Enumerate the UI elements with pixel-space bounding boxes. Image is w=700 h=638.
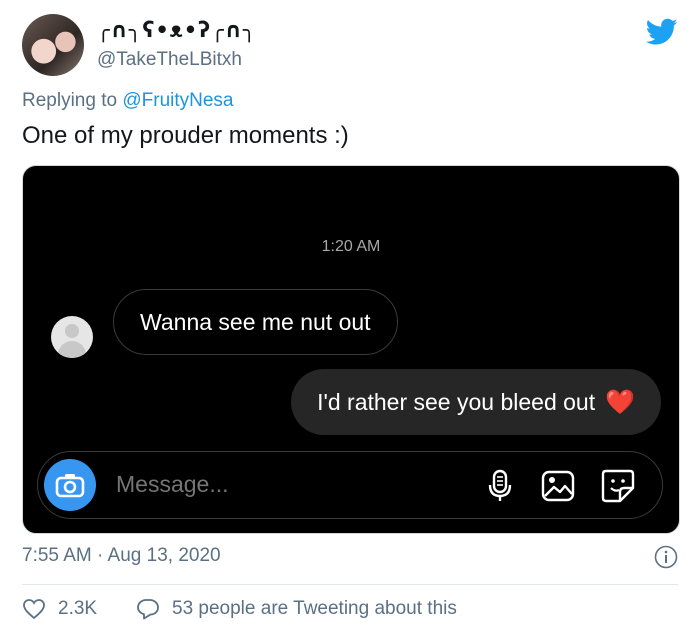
replying-to-line: Replying to @FruityNesa	[22, 90, 234, 112]
author-display-name[interactable]: ╭∩╮ʕ•ᴥ•ʔ╭∩╮	[97, 18, 257, 43]
like-button[interactable]: 2.3K	[22, 598, 97, 620]
tweet-media-screenshot[interactable]: 1:20 AM Wanna see me nut out I'd rather …	[22, 165, 680, 534]
sent-message-bubble: I'd rather see you bleed out ❤️	[291, 369, 661, 435]
tweet-text: One of my prouder moments :)	[22, 122, 349, 149]
discussion-link[interactable]: 53 people are Tweeting about this	[136, 598, 457, 620]
info-icon[interactable]	[654, 545, 678, 569]
sticker-icon[interactable]	[600, 468, 636, 504]
replying-to-label: Replying to	[22, 90, 123, 111]
reply-mention-link[interactable]: @FruityNesa	[122, 90, 233, 111]
gallery-icon[interactable]	[540, 468, 576, 504]
received-message-text: Wanna see me nut out	[140, 308, 371, 335]
microphone-icon[interactable]	[482, 468, 518, 504]
dm-timestamp: 1:20 AM	[321, 238, 381, 255]
author-handle[interactable]: @TakeTheLBitxh	[97, 49, 242, 71]
divider	[22, 584, 678, 585]
camera-button[interactable]	[44, 459, 96, 511]
author-avatar[interactable]	[22, 14, 84, 76]
message-input[interactable]	[114, 470, 438, 499]
discussion-text: 53 people are Tweeting about this	[172, 598, 457, 619]
sender-avatar	[51, 316, 93, 358]
tweet-timestamp[interactable]: 7:55 AM · Aug 13, 2020	[22, 545, 221, 567]
like-count: 2.3K	[58, 598, 98, 619]
sent-message-text: I'd rather see you bleed out	[317, 388, 596, 415]
heart-emoji: ❤️	[605, 388, 635, 416]
speech-bubble-icon	[137, 599, 159, 620]
heart-outline-icon	[23, 599, 45, 620]
camera-icon	[55, 474, 85, 498]
message-composer	[37, 451, 663, 519]
twitter-bird-icon[interactable]	[646, 18, 678, 46]
received-message-bubble: Wanna see me nut out	[113, 289, 398, 355]
